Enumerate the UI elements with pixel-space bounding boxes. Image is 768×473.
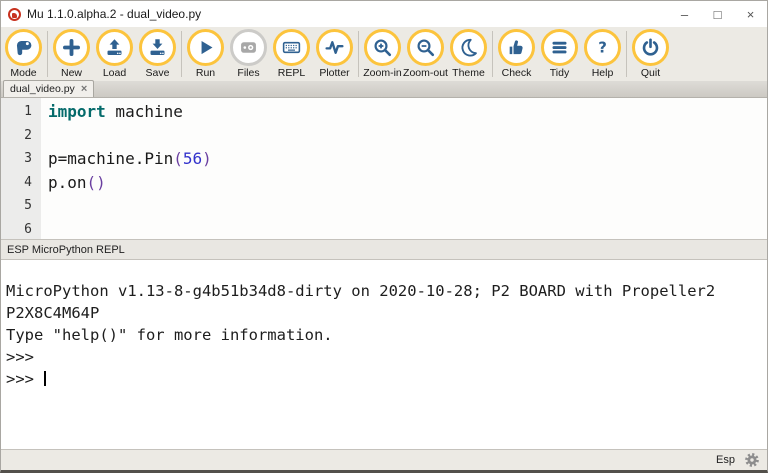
status-bar: Esp [1,449,767,470]
toolbar-button-label: Quit [640,67,661,79]
code-lines[interactable]: import machine p=machine.Pin(56) p.on() [41,98,767,239]
toolbar-button-label: Files [237,67,260,79]
toolbar-separator [626,31,627,77]
toolbar-button-zoom-out[interactable]: Zoom-out [403,29,448,79]
toolbar-button-label: Save [145,67,170,79]
repl-line: MicroPython v1.13-8-g4b51b34d8-dirty on … [6,282,716,300]
repl-output[interactable]: MicroPython v1.13-8-g4b51b34d8-dirty on … [1,260,767,449]
repl-line: P2X8C4M64P [6,304,100,322]
minimize-button[interactable]: – [668,1,701,27]
window-title: Mu 1.1.0.alpha.2 - dual_video.py [27,7,202,21]
svg-text:?: ? [598,38,607,56]
title-bar: Mu 1.1.0.alpha.2 - dual_video.py – □ × [1,1,767,27]
tab-bar: dual_video.py × [1,80,767,98]
toolbar-button-save[interactable]: Save [136,29,179,79]
toolbar-separator [181,31,182,77]
repl-line: >>> [6,368,767,390]
toolbar-separator [358,31,359,77]
toolbar-button-load[interactable]: Load [93,29,136,79]
line-number: 2 [24,127,32,143]
window-controls: – □ × [668,1,767,27]
zoom-in-icon [364,29,401,66]
repl-pane-header: ESP MicroPython REPL [1,240,767,260]
toolbar-button-zoom-in[interactable]: Zoom-in [361,29,404,79]
toolbar-button-help[interactable]: ? Help [581,29,624,79]
settings-gear-icon[interactable] [744,452,760,468]
toolbar-button-label: Mode [10,67,37,79]
line-number: 5 [24,198,32,213]
new-file-icon [53,29,90,66]
code-line: p.on() [48,172,106,192]
code-editor[interactable]: 1 2 3 4 5 6 import machine p=machine.Pin(56) p.… [1,98,767,240]
zoom-out-icon [407,29,444,66]
toolbar-button-label: Theme [452,67,485,79]
text-cursor [44,371,47,386]
toolbar: Mode New Load Save Run Files REPL Plotte… [1,27,767,81]
line-number-gutter: 1 2 3 4 5 6 [1,98,41,239]
toolbar-button-tidy[interactable]: Tidy [538,29,581,79]
run-icon [187,29,224,66]
toolbar-separator [492,31,493,77]
toolbar-button-label: Help [591,67,614,79]
toolbar-button-files[interactable]: Files [227,29,270,79]
tab-close-icon[interactable]: × [81,83,87,95]
save-icon [139,29,176,66]
theme-moon-icon [450,29,487,66]
toolbar-button-label: Zoom-in [363,67,402,79]
toolbar-button-new[interactable]: New [50,29,93,79]
toolbar-button-label: Run [195,67,216,79]
line-number: 1 [24,104,32,119]
line-number: 4 [24,174,32,190]
load-icon [96,29,133,66]
toolbar-button-quit[interactable]: Quit [629,29,672,79]
tidy-lines-icon [541,29,578,66]
plotter-pulse-icon [316,29,353,66]
toolbar-button-mode[interactable]: Mode [2,29,45,79]
maximize-button[interactable]: □ [701,1,734,27]
toolbar-button-check[interactable]: Check [495,29,538,79]
toolbar-button-plotter[interactable]: Plotter [313,29,356,79]
repl-line: Type "help()" for more information. [6,326,333,344]
tab-dual-video[interactable]: dual_video.py × [3,80,95,97]
close-button[interactable]: × [734,1,767,27]
repl-line: >>> [6,348,44,366]
mu-editor-window: Mu 1.1.0.alpha.2 - dual_video.py – □ × M… [0,0,768,473]
toolbar-button-label: Zoom-out [403,67,448,79]
mode-icon [5,29,42,66]
toolbar-button-theme[interactable]: Theme [447,29,490,79]
repl-pane-title: ESP MicroPython REPL [7,243,125,256]
toolbar-button-label: Plotter [319,67,350,79]
toolbar-button-label: REPL [277,67,306,79]
tab-label: dual_video.py [10,83,75,95]
line-number: 3 [24,151,32,166]
code-line: p=machine.Pin(56) [48,149,212,168]
code-line: import machine [48,102,183,121]
repl-keyboard-icon [273,29,310,66]
help-question-icon: ? [584,29,621,66]
toolbar-button-repl[interactable]: REPL [270,29,313,79]
files-icon [230,29,267,66]
quit-power-icon [632,29,669,66]
toolbar-button-label: Check [501,67,532,79]
toolbar-separator [47,31,48,77]
toolbar-button-run[interactable]: Run [184,29,227,79]
check-thumbs-up-icon [498,29,535,66]
status-mode-label[interactable]: Esp [716,454,735,466]
mu-app-icon [8,7,21,21]
toolbar-button-label: Tidy [549,67,570,79]
line-number: 6 [24,221,32,237]
toolbar-button-label: Load [102,67,127,79]
toolbar-button-label: New [60,67,82,79]
